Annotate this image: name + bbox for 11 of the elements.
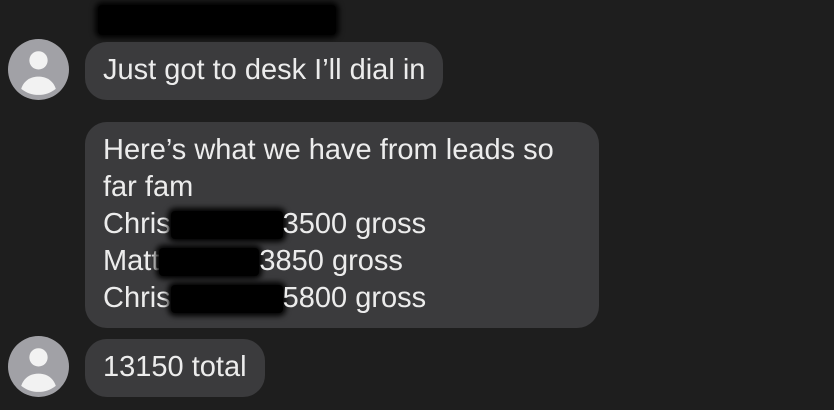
lead-name: Chris: [103, 207, 171, 242]
lead-amount: 3850 gross: [259, 244, 403, 279]
message-text: 13150 total: [103, 351, 247, 383]
lead-name: Matt: [103, 244, 160, 279]
lead-name: Chris: [103, 281, 171, 316]
lead-amount: 3500 gross: [282, 207, 426, 242]
message-text: Here’s what we have from leads so far fam: [103, 133, 555, 205]
lead-amount: 5800 gross: [282, 281, 426, 316]
message-text: Just got to desk I’ll dial in: [103, 54, 426, 86]
avatar-icon: [8, 336, 69, 397]
avatar-icon: [8, 39, 69, 100]
